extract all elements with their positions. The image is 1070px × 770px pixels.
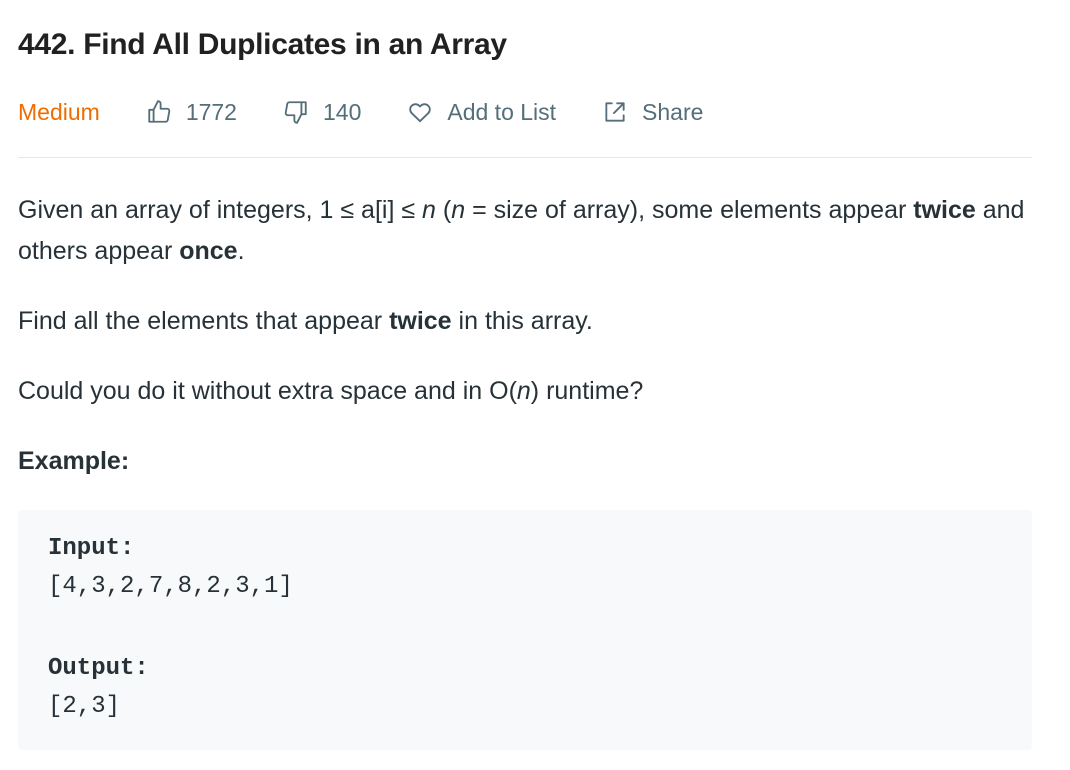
thumbs-down-icon — [284, 101, 307, 124]
share-label: Share — [642, 98, 704, 125]
like-button[interactable]: 1772 — [146, 99, 237, 126]
example-input-label: Input: — [48, 535, 135, 562]
example-output-value: [2,3] — [48, 693, 121, 720]
description-paragraph: Find all the elements that appear twice … — [18, 307, 593, 335]
divider — [18, 157, 1032, 158]
share-button[interactable]: Share — [602, 99, 703, 126]
dislike-button[interactable]: 140 — [283, 99, 361, 126]
problem-title: 442. Find All Duplicates in an Array — [18, 28, 507, 61]
dislike-count: 140 — [322, 98, 362, 125]
like-count: 1772 — [185, 98, 237, 125]
description-paragraph: Could you do it without extra space and … — [18, 377, 644, 405]
example-heading: Example: — [18, 447, 130, 475]
share-icon — [605, 102, 625, 122]
description-paragraph: Given an array of integers, 1 ≤ a[i] ≤ n… — [18, 196, 1025, 265]
problem-description: Given an array of integers, 1 ≤ a[i] ≤ n… — [18, 190, 1032, 511]
add-to-list-label: Add to List — [447, 98, 557, 125]
heart-icon — [409, 103, 432, 123]
example-code-block: Input: [4,3,2,7,8,2,3,1] Output: [2,3] — [18, 510, 1032, 750]
difficulty-badge: Medium — [18, 98, 100, 125]
example-input-value: [4,3,2,7,8,2,3,1] — [48, 573, 293, 600]
add-to-list-button[interactable]: Add to List — [407, 99, 556, 126]
problem-meta-bar: Medium 1772 140 Add to List Share — [18, 94, 749, 130]
thumbs-up-icon — [148, 100, 171, 123]
example-output-label: Output: — [48, 655, 149, 682]
